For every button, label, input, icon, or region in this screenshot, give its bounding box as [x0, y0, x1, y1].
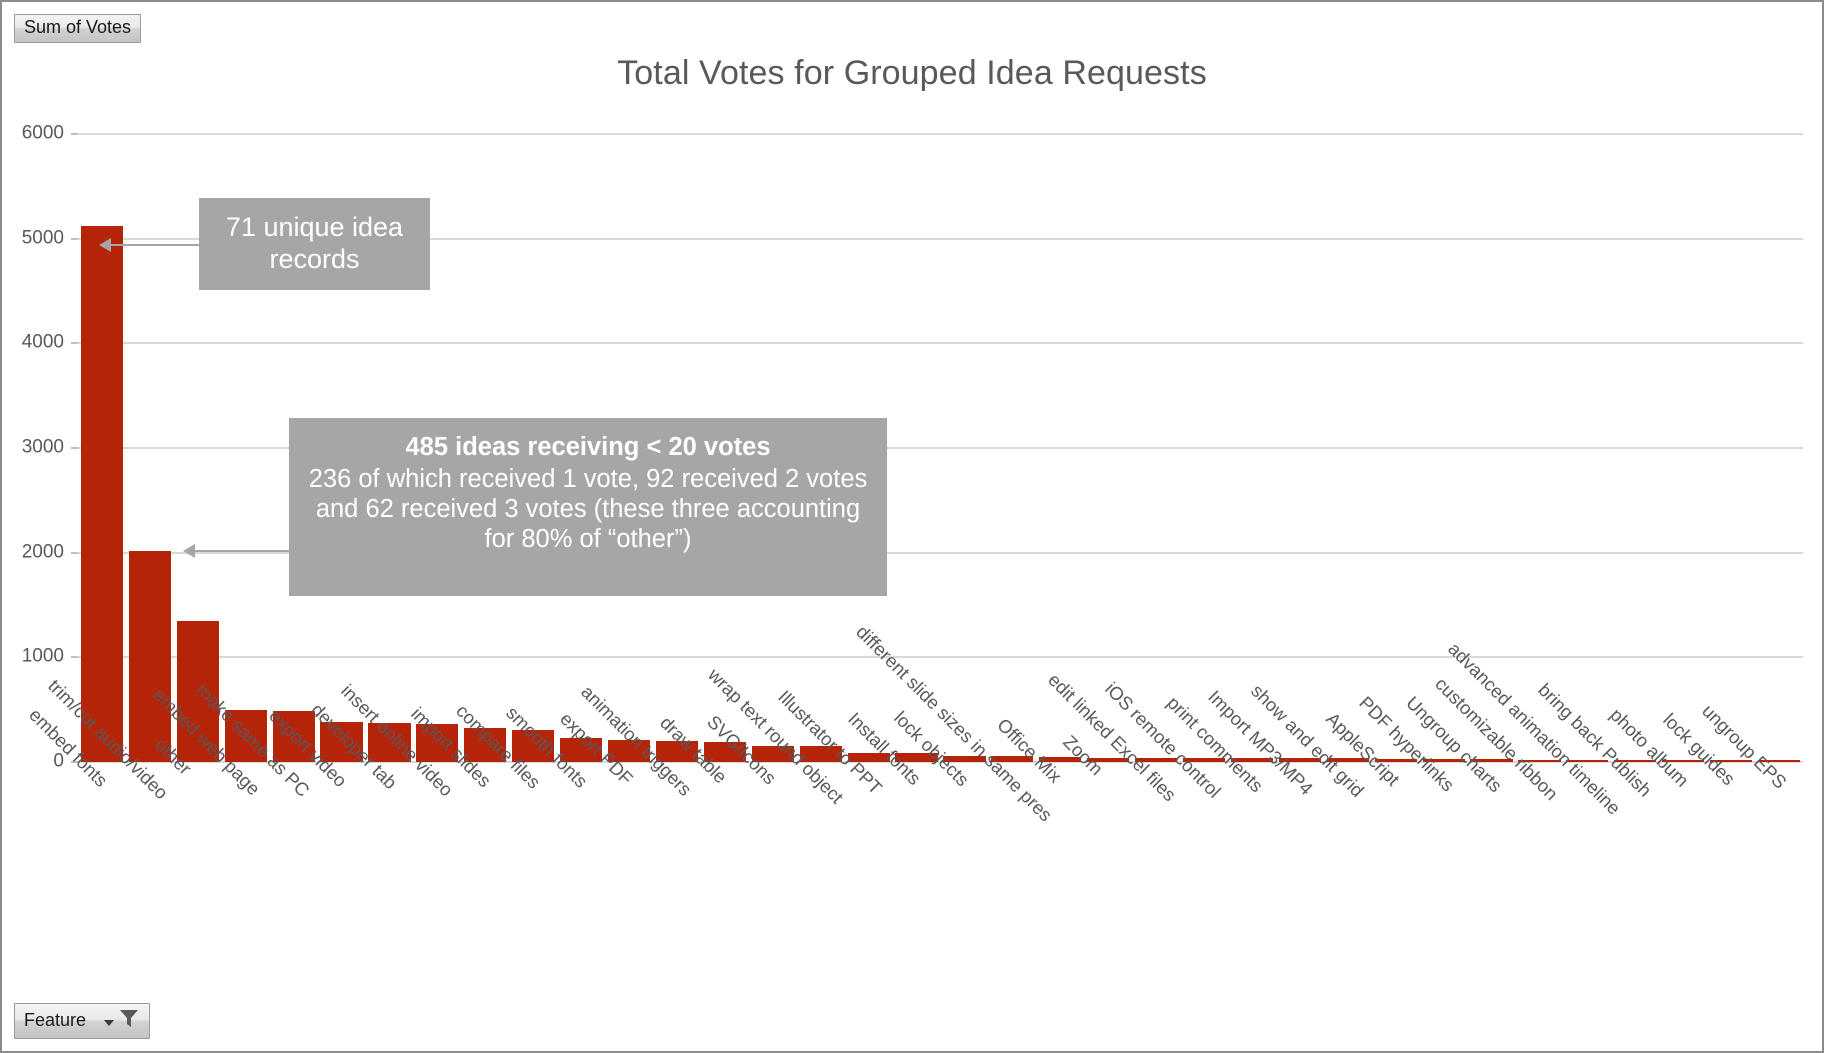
chart-title: Total Votes for Grouped Idea Requests	[617, 54, 1207, 92]
x-axis-category-labels: embed fonts trim/cut audio/video other embe…	[25, 621, 1803, 996]
callout-low-votes-headline: 485 ideas receiving < 20 votes	[405, 433, 771, 461]
callout-low-votes-body: 236 of which received 1 vote, 92 receive…	[308, 465, 868, 554]
funnel-filter-icon[interactable]	[118, 1007, 140, 1034]
callout-unique-records: 71 unique idea records	[199, 198, 430, 290]
callout-records-leader-line	[99, 238, 202, 252]
pivot-legend-field-button[interactable]: Sum of Votes	[14, 14, 142, 43]
y-axis-tick-label: 4000	[21, 331, 64, 353]
pivot-chart-canvas: Sum of Votes Total Votes for Grouped Ide…	[0, 0, 1824, 1053]
pivot-axis-field-label: Feature	[24, 1009, 87, 1030]
arrow-left-icon	[183, 544, 195, 558]
chevron-down-icon[interactable]	[104, 1020, 115, 1027]
callout-low-vote-ideas: 485 ideas receiving < 20 votes 236 of wh…	[289, 418, 887, 596]
y-axis-tick	[71, 656, 78, 659]
y-axis-tick-label: 6000	[21, 122, 64, 144]
callout-low-votes-leader-line	[183, 544, 292, 558]
y-axis-tick-label: 3000	[21, 436, 64, 458]
y-axis-tick	[71, 551, 78, 554]
bar[interactable]	[80, 225, 124, 762]
arrow-left-icon	[99, 238, 111, 252]
y-axis-tick-label: 2000	[21, 541, 64, 563]
y-axis-tick	[71, 342, 78, 345]
y-axis-tick	[71, 237, 78, 240]
pivot-legend-field-label: Sum of Votes	[24, 17, 132, 37]
y-axis-tick-label: 5000	[21, 227, 64, 249]
y-axis-tick-label: 1000	[21, 645, 64, 667]
y-axis-tick	[71, 133, 78, 135]
pivot-axis-field-button[interactable]: Feature	[14, 1003, 151, 1039]
y-axis-tick	[71, 447, 78, 449]
bar[interactable]	[128, 550, 171, 762]
